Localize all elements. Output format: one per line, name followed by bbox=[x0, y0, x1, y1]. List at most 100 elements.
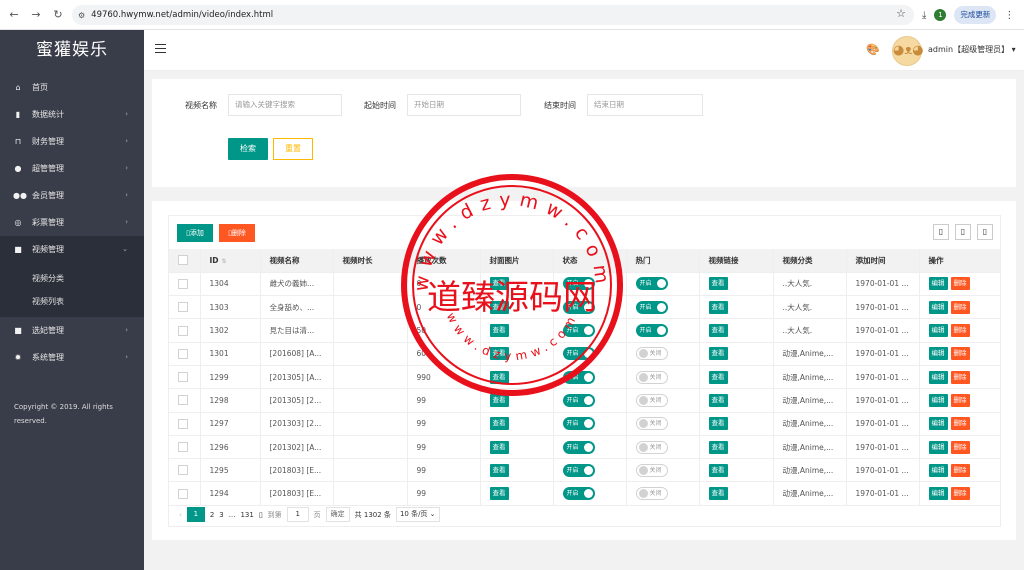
status-toggle[interactable]: 开启 bbox=[562, 463, 595, 477]
hot-toggle[interactable]: 关闭 bbox=[635, 417, 668, 431]
browser-update-button[interactable]: 完成更新 bbox=[954, 6, 997, 24]
status-toggle[interactable]: 开启 bbox=[562, 440, 595, 454]
app-logo[interactable]: 蜜獾娱乐 bbox=[0, 30, 144, 70]
back-icon[interactable]: ← bbox=[6, 7, 22, 23]
column-header-id[interactable]: ID ⇅ bbox=[200, 249, 261, 273]
address-bar[interactable]: ⚙ 49760.hwymw.net/admin/video/index.html… bbox=[72, 5, 914, 25]
edit-button[interactable]: 编辑 bbox=[928, 324, 948, 338]
row-checkbox[interactable] bbox=[178, 348, 188, 359]
row-checkbox[interactable] bbox=[178, 465, 188, 476]
hot-toggle[interactable]: 关闭 bbox=[635, 440, 668, 454]
hot-toggle[interactable]: 开启 bbox=[635, 300, 668, 314]
view-cover-button[interactable]: 查看 bbox=[489, 440, 509, 454]
view-link-button[interactable]: 查看 bbox=[708, 300, 728, 314]
status-toggle[interactable]: 开启 bbox=[562, 487, 595, 501]
goto-confirm-button[interactable]: 确定 bbox=[325, 507, 350, 522]
view-cover-button[interactable]: 查看 bbox=[489, 417, 509, 431]
user-menu[interactable]: admin【超级管理员】 ▾ bbox=[928, 44, 1016, 55]
sidebar-item-system[interactable]: ✹ 系统管理 › bbox=[0, 344, 144, 371]
extension-badge[interactable]: 1 bbox=[934, 9, 947, 21]
status-toggle[interactable]: 开启 bbox=[562, 417, 595, 431]
delete-button[interactable]: 删除 bbox=[950, 393, 970, 407]
edit-button[interactable]: 编辑 bbox=[928, 277, 948, 291]
site-info-icon[interactable]: ⚙ bbox=[78, 11, 85, 20]
sidebar-subitem-video-category[interactable]: 视频分类 bbox=[0, 267, 144, 290]
hot-toggle[interactable]: 关闭 bbox=[635, 393, 668, 407]
hot-toggle[interactable]: 关闭 bbox=[635, 347, 668, 361]
select-all-checkbox[interactable] bbox=[178, 255, 188, 266]
delete-button[interactable]: 删除 bbox=[950, 300, 970, 314]
filter-columns-icon[interactable]: ▯ bbox=[933, 224, 949, 240]
sidebar-item-stats[interactable]: ▮ 数据统计 › bbox=[0, 101, 144, 128]
hot-toggle[interactable]: 关闭 bbox=[635, 370, 668, 384]
delete-button[interactable]: 删除 bbox=[950, 277, 970, 291]
page-link[interactable]: 131 bbox=[240, 511, 253, 519]
sidebar-item-lottery[interactable]: ◎ 彩票管理 › bbox=[0, 209, 144, 236]
edit-button[interactable]: 编辑 bbox=[928, 370, 948, 384]
browser-menu-icon[interactable]: ⋮ bbox=[1004, 10, 1014, 21]
page-link-current[interactable]: 1 bbox=[186, 507, 205, 522]
view-cover-button[interactable]: 查看 bbox=[489, 347, 509, 361]
goto-page-input[interactable]: 1 bbox=[286, 507, 309, 522]
sidebar-item-finance[interactable]: ⊓ 财务管理 › bbox=[0, 128, 144, 155]
end-date-input[interactable]: 结束日期 bbox=[587, 94, 703, 116]
menu-toggle-icon[interactable] bbox=[155, 44, 166, 53]
delete-button[interactable]: 删除 bbox=[950, 324, 970, 338]
sidebar-item-admins[interactable]: ● 超管管理 › bbox=[0, 155, 144, 182]
page-link[interactable]: 3 bbox=[219, 511, 223, 519]
view-cover-button[interactable]: 查看 bbox=[489, 370, 509, 384]
view-link-button[interactable]: 查看 bbox=[708, 393, 728, 407]
edit-button[interactable]: 编辑 bbox=[928, 300, 948, 314]
export-icon[interactable]: ▯ bbox=[955, 224, 971, 240]
sidebar-item-selection[interactable]: ■ 选妃管理 › bbox=[0, 317, 144, 344]
sidebar-subitem-video-list[interactable]: 视频列表 bbox=[0, 290, 144, 313]
view-link-button[interactable]: 查看 bbox=[708, 440, 728, 454]
hot-toggle[interactable]: 开启 bbox=[635, 277, 668, 291]
row-checkbox[interactable] bbox=[178, 395, 188, 406]
status-toggle[interactable]: 开启 bbox=[562, 324, 595, 338]
reset-button[interactable]: 重置 bbox=[273, 138, 313, 160]
next-page-icon[interactable]: ▯ bbox=[259, 511, 263, 519]
hot-toggle[interactable]: 关闭 bbox=[635, 463, 668, 477]
hot-toggle[interactable]: 开启 bbox=[635, 324, 668, 338]
view-cover-button[interactable]: 查看 bbox=[489, 300, 509, 314]
view-cover-button[interactable]: 查看 bbox=[489, 393, 509, 407]
status-toggle[interactable]: 开启 bbox=[562, 370, 595, 384]
view-link-button[interactable]: 查看 bbox=[708, 277, 728, 291]
edit-button[interactable]: 编辑 bbox=[928, 417, 948, 431]
row-checkbox[interactable] bbox=[178, 278, 188, 289]
status-toggle[interactable]: 开启 bbox=[562, 300, 595, 314]
start-date-input[interactable]: 开始日期 bbox=[407, 94, 521, 116]
view-link-button[interactable]: 查看 bbox=[708, 347, 728, 361]
view-cover-button[interactable]: 查看 bbox=[489, 324, 509, 338]
avatar[interactable]: ◕ᴥ◕ bbox=[892, 36, 924, 66]
view-link-button[interactable]: 查看 bbox=[708, 463, 728, 477]
edit-button[interactable]: 编辑 bbox=[928, 347, 948, 361]
reload-icon[interactable]: ↻ bbox=[50, 7, 66, 23]
forward-icon[interactable]: → bbox=[28, 7, 44, 23]
search-button[interactable]: 检索 bbox=[228, 138, 268, 160]
edit-button[interactable]: 编辑 bbox=[928, 393, 948, 407]
delete-button[interactable]: 删除 bbox=[950, 487, 970, 501]
bookmark-star-icon[interactable]: ☆ bbox=[896, 7, 906, 20]
page-size-select[interactable]: 10 条/页 ⌄ bbox=[395, 507, 440, 522]
delete-button[interactable]: 删除 bbox=[950, 347, 970, 361]
batch-delete-button[interactable]: ▯删除 bbox=[219, 224, 255, 242]
view-cover-button[interactable]: 查看 bbox=[489, 487, 509, 501]
download-icon[interactable]: ⤓ bbox=[922, 10, 926, 21]
sidebar-item-home[interactable]: ⌂ 首页 bbox=[0, 74, 144, 101]
prev-page-icon[interactable]: ‹ bbox=[179, 511, 182, 519]
edit-button[interactable]: 编辑 bbox=[928, 440, 948, 454]
view-link-button[interactable]: 查看 bbox=[708, 417, 728, 431]
view-cover-button[interactable]: 查看 bbox=[489, 463, 509, 477]
delete-button[interactable]: 删除 bbox=[950, 440, 970, 454]
view-link-button[interactable]: 查看 bbox=[708, 370, 728, 384]
status-toggle[interactable]: 开启 bbox=[562, 277, 595, 291]
hot-toggle[interactable]: 关闭 bbox=[635, 487, 668, 501]
video-name-input[interactable]: 请输入关键字搜索 bbox=[228, 94, 342, 116]
view-link-button[interactable]: 查看 bbox=[708, 487, 728, 501]
edit-button[interactable]: 编辑 bbox=[928, 463, 948, 477]
row-checkbox[interactable] bbox=[178, 325, 188, 336]
edit-button[interactable]: 编辑 bbox=[928, 487, 948, 501]
row-checkbox[interactable] bbox=[178, 372, 188, 383]
